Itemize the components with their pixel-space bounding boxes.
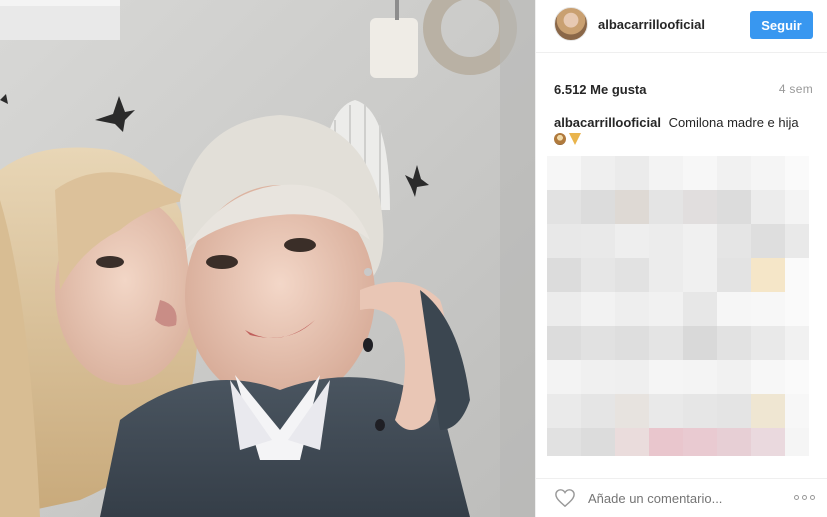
mosaic-cell	[615, 156, 649, 190]
more-options-icon[interactable]	[794, 495, 815, 500]
mosaic-cell	[785, 258, 809, 292]
avatar[interactable]	[554, 7, 588, 41]
mosaic-cell	[717, 156, 751, 190]
food-emoji-icon	[554, 133, 566, 145]
mosaic-cell	[547, 360, 581, 394]
post-caption: albacarrillooficial Comilona madre e hij…	[554, 114, 813, 145]
mosaic-cell	[751, 156, 785, 190]
mosaic-cell	[615, 360, 649, 394]
mosaic-cell	[581, 258, 615, 292]
mosaic-cell	[683, 156, 717, 190]
mosaic-cell	[615, 190, 649, 224]
mosaic-cell	[717, 428, 751, 456]
post-timestamp[interactable]: 4 sem	[779, 82, 813, 96]
mosaic-cell	[751, 326, 785, 360]
mosaic-cell	[751, 224, 785, 258]
pizza-emoji-icon	[569, 133, 581, 145]
mosaic-cell	[547, 326, 581, 360]
caption-emojis	[554, 133, 813, 145]
follow-button[interactable]: Seguir	[750, 11, 813, 39]
mosaic-cell	[717, 190, 751, 224]
mosaic-cell	[751, 394, 785, 428]
mosaic-cell	[547, 428, 581, 456]
likes-count[interactable]: 6.512 Me gusta	[554, 82, 647, 97]
mosaic-cell	[785, 156, 809, 190]
mosaic-cell	[717, 394, 751, 428]
mosaic-cell	[649, 258, 683, 292]
mosaic-cell	[649, 292, 683, 326]
caption-text: Comilona madre e hija	[668, 115, 799, 130]
mosaic-cell	[581, 326, 615, 360]
caption-username[interactable]: albacarrillooficial	[554, 115, 661, 130]
mosaic-cell	[547, 394, 581, 428]
mosaic-cell	[581, 156, 615, 190]
mosaic-cell	[717, 224, 751, 258]
mosaic-cell	[785, 326, 809, 360]
mosaic-cell	[717, 292, 751, 326]
mosaic-cell	[649, 428, 683, 456]
mosaic-cell	[683, 360, 717, 394]
post-header: albacarrillooficial Seguir	[536, 0, 827, 53]
mosaic-cell	[581, 224, 615, 258]
mosaic-cell	[649, 190, 683, 224]
pixelated-overlay	[547, 156, 809, 456]
mosaic-cell	[683, 258, 717, 292]
mosaic-cell	[751, 190, 785, 224]
mosaic-cell	[615, 394, 649, 428]
mosaic-cell	[615, 292, 649, 326]
post-side-panel: albacarrillooficial Seguir 6.512 Me gust…	[535, 0, 827, 517]
mosaic-cell	[649, 326, 683, 360]
mosaic-cell	[581, 190, 615, 224]
mosaic-cell	[615, 258, 649, 292]
mosaic-cell	[717, 326, 751, 360]
mosaic-cell	[581, 394, 615, 428]
mosaic-cell	[581, 360, 615, 394]
mosaic-cell	[751, 258, 785, 292]
mosaic-cell	[683, 224, 717, 258]
mosaic-cell	[683, 326, 717, 360]
mosaic-cell	[785, 394, 809, 428]
post-photo[interactable]	[0, 0, 535, 517]
instagram-post: albacarrillooficial Seguir 6.512 Me gust…	[0, 0, 827, 517]
mosaic-cell	[547, 224, 581, 258]
mosaic-cell	[547, 156, 581, 190]
comment-input[interactable]	[588, 487, 768, 509]
comment-bar	[536, 478, 827, 517]
post-meta: 6.512 Me gusta 4 sem	[554, 80, 813, 98]
mosaic-cell	[717, 360, 751, 394]
blurred-comments	[547, 156, 809, 456]
mosaic-cell	[785, 190, 809, 224]
username-link[interactable]: albacarrillooficial	[598, 17, 705, 32]
mosaic-cell	[683, 428, 717, 456]
mosaic-cell	[649, 394, 683, 428]
mosaic-cell	[751, 292, 785, 326]
mosaic-cell	[683, 394, 717, 428]
mosaic-cell	[547, 292, 581, 326]
mosaic-cell	[649, 224, 683, 258]
mosaic-cell	[785, 360, 809, 394]
mosaic-cell	[615, 326, 649, 360]
mosaic-cell	[683, 292, 717, 326]
mosaic-cell	[751, 428, 785, 456]
mosaic-cell	[751, 360, 785, 394]
mosaic-cell	[649, 156, 683, 190]
post-image	[0, 0, 535, 517]
mosaic-cell	[683, 190, 717, 224]
mosaic-cell	[785, 428, 809, 456]
mosaic-cell	[785, 224, 809, 258]
mosaic-cell	[785, 292, 809, 326]
mosaic-cell	[649, 360, 683, 394]
mosaic-cell	[615, 224, 649, 258]
mosaic-cell	[615, 428, 649, 456]
mosaic-cell	[717, 258, 751, 292]
mosaic-cell	[547, 258, 581, 292]
mosaic-cell	[581, 292, 615, 326]
heart-outline-icon[interactable]	[554, 488, 576, 508]
mosaic-cell	[581, 428, 615, 456]
mosaic-cell	[547, 190, 581, 224]
